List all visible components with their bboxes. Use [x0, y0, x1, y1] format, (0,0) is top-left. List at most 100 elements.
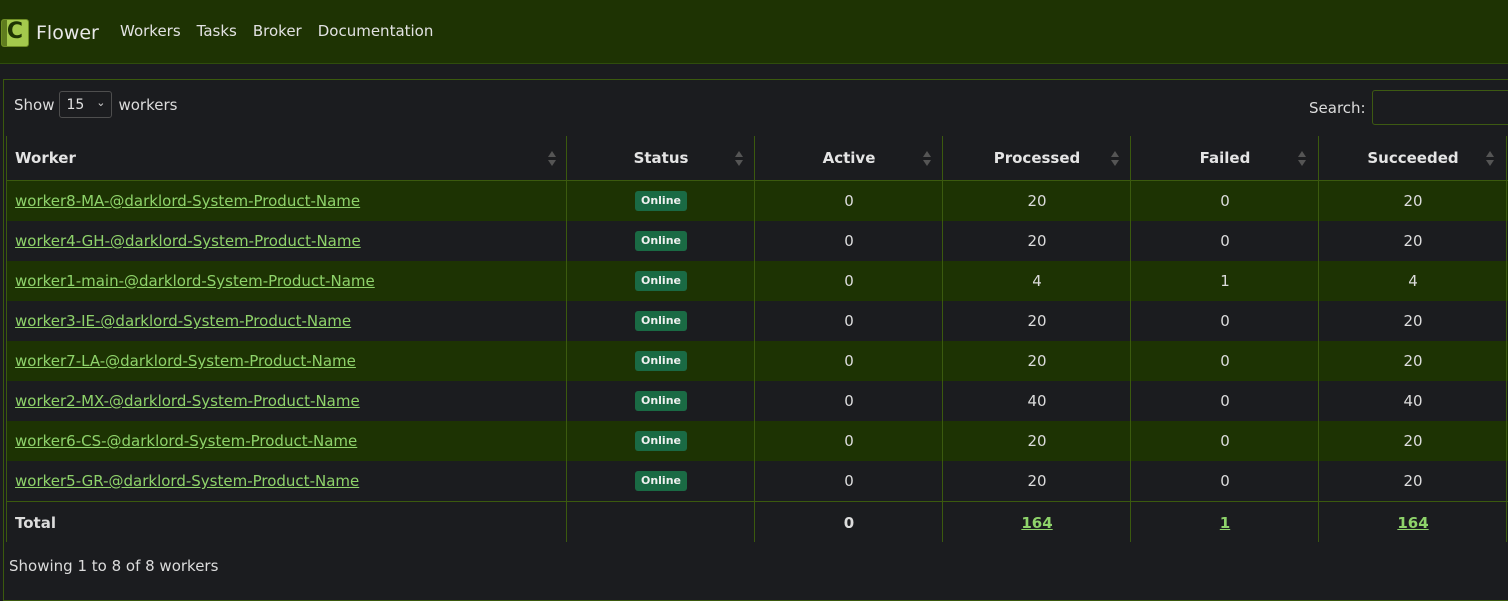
total-succeeded-link[interactable]: 164	[1397, 514, 1428, 532]
chevron-down-icon: ⌄	[96, 96, 106, 109]
brand-name: Flower	[36, 21, 99, 44]
failed-value: 0	[1220, 232, 1230, 250]
processed-value: 4	[1032, 272, 1042, 290]
celery-logo-icon	[1, 18, 29, 47]
brand[interactable]: Flower	[0, 18, 99, 47]
active-value: 0	[844, 192, 854, 210]
processed-value: 20	[1027, 432, 1047, 450]
failed-value: 0	[1220, 192, 1230, 210]
column-divider	[942, 136, 943, 542]
status-badge: Online	[634, 471, 687, 491]
active-value: 0	[844, 352, 854, 370]
status-badge: Online	[634, 231, 687, 251]
succeeded-value: 20	[1403, 192, 1423, 210]
total-label: Total	[15, 513, 56, 532]
table-row: worker7-LA-@darklord-System-Product-Name…	[6, 341, 1508, 381]
worker-link[interactable]: worker7-LA-@darklord-System-Product-Name	[15, 352, 356, 370]
sort-icon	[1111, 151, 1120, 167]
status-badge: Online	[634, 351, 687, 371]
column-header-worker[interactable]: Worker	[15, 136, 565, 180]
active-value: 0	[844, 272, 854, 290]
table-row: worker2-MX-@darklord-System-Product-Name…	[6, 381, 1508, 421]
total-active: 0	[843, 513, 855, 532]
worker-link[interactable]: worker8-MA-@darklord-System-Product-Name	[15, 192, 360, 210]
column-divider	[1506, 136, 1507, 542]
sort-icon	[735, 151, 744, 167]
processed-value: 20	[1027, 192, 1047, 210]
status-badge: Online	[634, 311, 687, 331]
column-divider	[6, 136, 7, 542]
sort-icon	[1298, 151, 1307, 167]
total-row: Total 0 164 1 164	[6, 501, 1508, 543]
table-row: worker3-IE-@darklord-System-Product-Name…	[6, 301, 1508, 341]
failed-value: 0	[1220, 472, 1230, 490]
table-row: worker5-GR-@darklord-System-Product-Name…	[6, 461, 1508, 501]
table-row: worker6-CS-@darklord-System-Product-Name…	[6, 421, 1508, 461]
active-value: 0	[844, 232, 854, 250]
nav-item-workers[interactable]: Workers	[120, 22, 181, 40]
sort-icon	[548, 151, 557, 167]
status-badge: Online	[634, 431, 687, 451]
active-value: 0	[844, 312, 854, 330]
status-badge: Online	[634, 271, 687, 291]
search-label: Search:	[1309, 99, 1366, 117]
succeeded-value: 4	[1408, 272, 1418, 290]
nav-menu: Workers Tasks Broker Documentation	[120, 22, 449, 40]
table-info: Showing 1 to 8 of 8 workers	[9, 557, 219, 575]
failed-value: 0	[1220, 352, 1230, 370]
page-length-select[interactable]: 15 ⌄	[59, 91, 113, 118]
failed-value: 0	[1220, 432, 1230, 450]
active-value: 0	[844, 432, 854, 450]
search-input[interactable]	[1372, 90, 1508, 125]
nav-item-documentation[interactable]: Documentation	[318, 22, 434, 40]
total-failed-link[interactable]: 1	[1220, 514, 1230, 532]
column-header-status[interactable]: Status	[568, 136, 754, 180]
processed-value: 20	[1027, 352, 1047, 370]
page-length-value: 15	[66, 96, 85, 113]
processed-value: 20	[1027, 232, 1047, 250]
sort-icon	[923, 151, 932, 167]
navbar: Flower Workers Tasks Broker Documentatio…	[0, 0, 1508, 64]
status-badge: Online	[634, 391, 687, 411]
worker-link[interactable]: worker6-CS-@darklord-System-Product-Name	[15, 432, 357, 450]
table-row: worker4-GH-@darklord-System-Product-Name…	[6, 221, 1508, 261]
status-badge: Online	[634, 191, 687, 211]
page-length-control: Show 15 ⌄ workers	[14, 91, 177, 118]
column-header-processed[interactable]: Processed	[944, 136, 1130, 180]
worker-link[interactable]: worker3-IE-@darklord-System-Product-Name	[15, 312, 351, 330]
column-header-active[interactable]: Active	[756, 136, 942, 180]
column-header-failed[interactable]: Failed	[1132, 136, 1318, 180]
column-header-succeeded[interactable]: Succeeded	[1320, 136, 1506, 180]
processed-value: 40	[1027, 392, 1047, 410]
succeeded-value: 40	[1403, 392, 1423, 410]
worker-link[interactable]: worker4-GH-@darklord-System-Product-Name	[15, 232, 361, 250]
succeeded-value: 20	[1403, 232, 1423, 250]
show-label: Show	[14, 95, 55, 114]
succeeded-value: 20	[1403, 472, 1423, 490]
active-value: 0	[844, 472, 854, 490]
nav-item-tasks[interactable]: Tasks	[197, 22, 237, 40]
total-processed-link[interactable]: 164	[1021, 514, 1052, 532]
succeeded-value: 20	[1403, 312, 1423, 330]
column-divider	[1318, 136, 1319, 542]
table-header: Worker Status Active Processed Failed Su…	[6, 136, 1508, 181]
workers-unit-label: workers	[118, 95, 178, 114]
nav-item-broker[interactable]: Broker	[253, 22, 302, 40]
sort-icon	[1486, 151, 1495, 167]
column-divider	[1130, 136, 1131, 542]
failed-value: 0	[1220, 312, 1230, 330]
worker-link[interactable]: worker5-GR-@darklord-System-Product-Name	[15, 472, 359, 490]
processed-value: 20	[1027, 312, 1047, 330]
table-row: worker8-MA-@darklord-System-Product-Name…	[6, 181, 1508, 221]
column-divider	[566, 136, 567, 542]
succeeded-value: 20	[1403, 352, 1423, 370]
column-divider	[754, 136, 755, 542]
failed-value: 0	[1220, 392, 1230, 410]
succeeded-value: 20	[1403, 432, 1423, 450]
table-row: worker1-main-@darklord-System-Product-Na…	[6, 261, 1508, 301]
worker-link[interactable]: worker2-MX-@darklord-System-Product-Name	[15, 392, 360, 410]
active-value: 0	[844, 392, 854, 410]
worker-link[interactable]: worker1-main-@darklord-System-Product-Na…	[15, 272, 375, 290]
processed-value: 20	[1027, 472, 1047, 490]
failed-value: 1	[1220, 272, 1230, 290]
